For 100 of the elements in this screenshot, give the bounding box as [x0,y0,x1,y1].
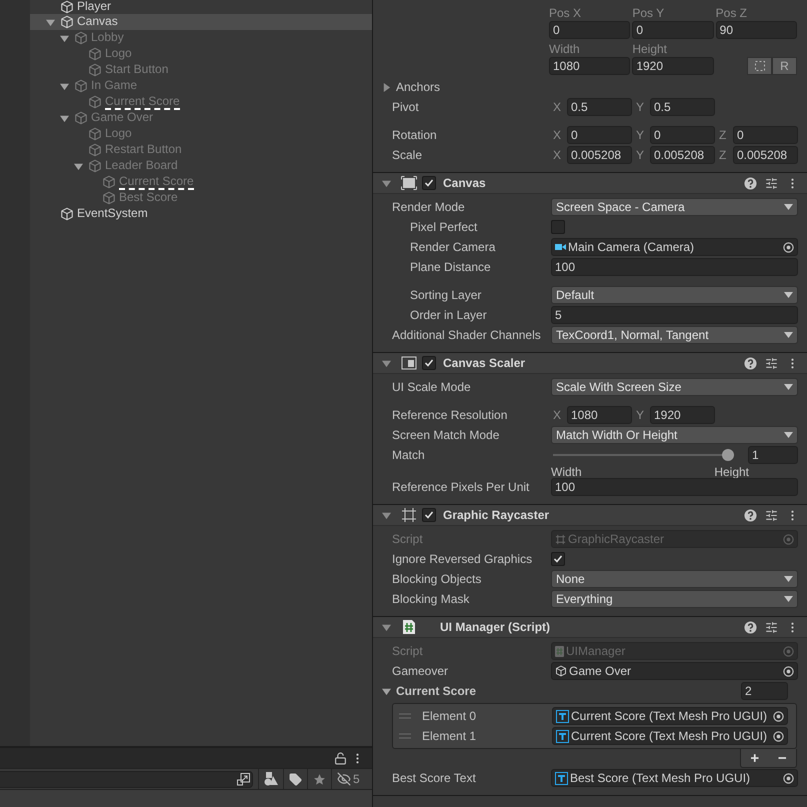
number-field[interactable]: 5 [551,306,798,324]
checkbox[interactable] [551,220,565,234]
slider-max-label: Height [714,465,749,479]
object-picker-icon[interactable] [782,666,794,676]
number-field[interactable]: 0 [632,21,714,39]
foldout-arrow[interactable] [60,114,69,122]
object-field[interactable]: Best Score (Text Mesh Pro UGUI) [551,769,798,787]
property-label: Render Mode [392,200,466,214]
component-header[interactable]: Canvas Scaler [373,353,807,374]
help-icon[interactable] [744,620,757,634]
number-field[interactable]: 0.5 [650,98,715,116]
checkbox[interactable] [422,356,436,370]
search-mode-icon[interactable] [237,772,250,786]
lock-icon[interactable] [334,752,347,764]
number-field[interactable]: 0 [650,126,715,144]
cube-icon [88,63,102,77]
hierarchy-item[interactable]: Player [30,0,372,14]
number-field[interactable]: 0.5 [567,98,632,116]
axis-label: Z [718,148,728,162]
number-field[interactable]: 1080 [567,406,632,424]
presets-icon[interactable] [765,356,778,370]
component-header[interactable]: Canvas [373,173,807,194]
object-picker-icon[interactable] [782,772,794,784]
drag-handle-icon[interactable] [399,713,411,719]
foldout-arrow[interactable] [46,18,55,26]
object-picker-icon[interactable] [772,730,784,742]
foldout-arrow[interactable] [382,178,391,188]
foldout-arrow[interactable] [382,686,391,696]
presets-icon[interactable] [765,508,778,522]
object-field[interactable]: Current Score (Text Mesh Pro UGUI) [552,707,788,725]
number-field[interactable]: 1080 [549,57,630,75]
slider-thumb[interactable] [722,449,734,461]
item-name: Leader Board [105,158,178,174]
add-button[interactable]: + [741,749,768,767]
number-field[interactable]: 100 [551,478,798,496]
dropdown[interactable]: None [551,570,798,588]
help-icon[interactable] [744,356,757,370]
component-header[interactable]: Graphic Raycaster [373,505,807,526]
remove-button[interactable]: − [768,749,796,767]
number-field[interactable]: 0 [567,126,632,144]
number-field[interactable]: 0.005208 [650,146,715,164]
dropdown[interactable]: Default [551,286,798,304]
star-icon [313,772,326,786]
number-field[interactable]: 0.005208 [733,146,798,164]
search-field[interactable] [0,770,253,788]
checkbox[interactable] [551,552,565,566]
component-header[interactable]: UI Manager (Script) [373,617,807,638]
help-icon[interactable] [744,508,757,522]
number-field[interactable]: 90 [716,21,797,39]
presets-icon[interactable] [765,176,778,190]
list-size-field[interactable]: 2 [741,682,788,700]
item-name: Logo [105,46,132,62]
dropdown[interactable]: Screen Space - Camera [551,198,798,216]
foldout-arrow[interactable] [74,162,83,170]
foldout-arrow[interactable] [382,622,391,632]
axis-label: Y [635,408,646,422]
number-field[interactable]: 0.005208 [567,146,632,164]
number-field[interactable]: 0 [733,126,798,144]
cube-icon [88,47,102,61]
list-label: Current Score [396,684,476,698]
cube-icon [60,207,74,221]
checkbox[interactable] [422,176,436,190]
hierarchy-item[interactable]: Canvas [30,14,372,30]
hidden-count: 5 [353,772,360,786]
hidden-objects-button[interactable]: 5 [331,769,365,789]
property-label: UI Scale Mode [392,380,472,394]
cube-icon [555,665,567,677]
number-field[interactable]: 1920 [650,406,715,424]
object-field[interactable]: Main Camera (Camera) [551,238,798,256]
drag-handle-icon[interactable] [399,733,411,739]
number-field[interactable]: 1 [748,446,798,464]
object-field[interactable]: Current Score (Text Mesh Pro UGUI) [552,727,788,745]
property-label: Match [392,447,426,464]
dropdown-arrow-icon [784,292,793,298]
object-picker-icon[interactable] [782,242,794,252]
property-label: Script [392,644,424,658]
number-field[interactable]: 100 [551,258,798,276]
dropdown[interactable]: Match Width Or Height [551,426,798,444]
foldout-arrow[interactable] [382,358,391,368]
axis-label: Z [718,128,728,142]
hierarchy-item[interactable]: EventSystem [30,206,372,222]
presets-icon[interactable] [765,620,778,634]
number-field[interactable]: 1920 [632,57,714,75]
dropdown[interactable]: Scale With Screen Size [551,378,798,396]
checkbox[interactable] [422,508,436,522]
dropdown[interactable]: TexCoord1, Normal, Tangent [551,326,798,344]
dropdown[interactable]: Everything [551,590,798,608]
object-picker-icon[interactable] [772,710,784,722]
foldout-arrow[interactable] [60,34,69,42]
number-field[interactable]: 0 [549,21,630,39]
axis-label: X [552,128,562,142]
dropdown-arrow-icon [784,576,793,582]
help-icon[interactable] [744,176,757,190]
foldout-arrow[interactable] [60,82,69,90]
foldout-arrow[interactable] [382,510,391,520]
property-label: Plane Distance [409,260,492,274]
blueprint-mode-button[interactable] [747,57,772,75]
foldout-arrow[interactable] [382,82,391,92]
object-field[interactable]: Game Over [551,662,798,680]
axis-label: Y [635,148,646,162]
